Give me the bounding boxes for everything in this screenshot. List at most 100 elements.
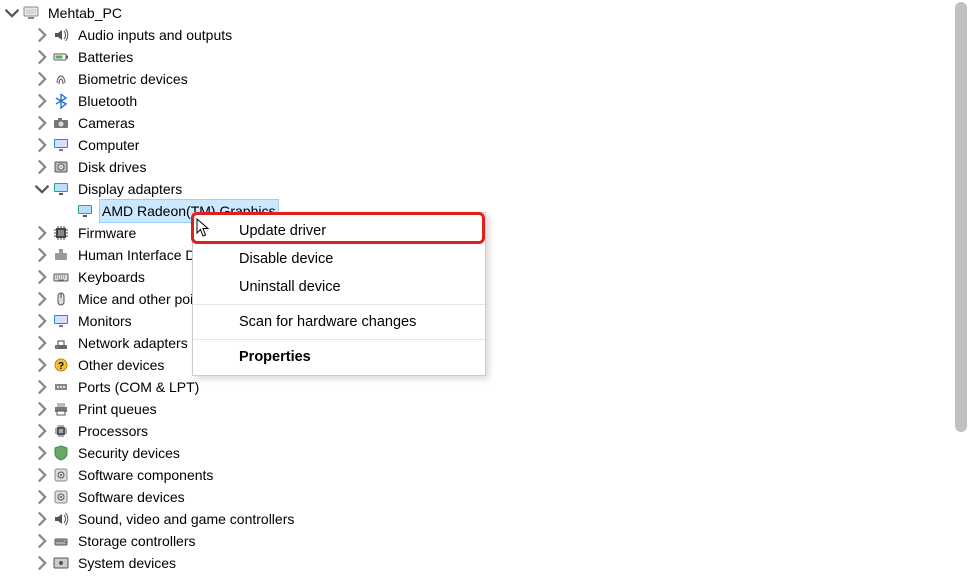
tree-category-label: Audio inputs and outputs (76, 24, 234, 46)
camera-icon (52, 114, 70, 132)
tree-category-label: Computer (76, 134, 141, 156)
chevron-down-icon[interactable] (4, 5, 20, 21)
tree-category-node[interactable]: Print queues (0, 398, 969, 420)
tree-category-label: Storage controllers (76, 530, 198, 552)
chevron-right-icon[interactable] (34, 93, 50, 109)
tree-category-label: Security devices (76, 442, 182, 464)
computer-icon (22, 4, 40, 22)
chevron-right-icon[interactable] (34, 335, 50, 351)
tree-category-label: Software components (76, 464, 215, 486)
tree-category-label: Cameras (76, 112, 137, 134)
mouse-icon (52, 290, 70, 308)
chevron-right-icon[interactable] (34, 27, 50, 43)
context-menu-item[interactable]: Scan for hardware changes (193, 308, 485, 336)
keyboard-icon (52, 268, 70, 286)
network-icon (52, 334, 70, 352)
tree-category-label: Network adapters (76, 332, 190, 354)
tree-root-label: Mehtab_PC (46, 2, 124, 24)
monitor-icon (52, 312, 70, 330)
tree-category-label: Keyboards (76, 266, 147, 288)
chevron-right-icon[interactable] (34, 423, 50, 439)
chevron-right-icon[interactable] (34, 247, 50, 263)
tree-category-label: Disk drives (76, 156, 148, 178)
tree-category-label: Print queues (76, 398, 159, 420)
context-menu-separator (193, 304, 485, 305)
tree-category-node[interactable]: Biometric devices (0, 68, 969, 90)
tree-category-label: Monitors (76, 310, 134, 332)
chevron-right-icon[interactable] (34, 511, 50, 527)
chevron-right-icon[interactable] (34, 269, 50, 285)
printer-icon (52, 400, 70, 418)
port-icon (52, 378, 70, 396)
tree-category-node[interactable]: Security devices (0, 442, 969, 464)
tree-category-node[interactable]: System devices (0, 552, 969, 574)
tree-category-node[interactable]: Computer (0, 134, 969, 156)
storage-icon (52, 532, 70, 550)
tree-category-label: Display adapters (76, 178, 184, 200)
chevron-right-icon[interactable] (34, 401, 50, 417)
cpu-icon (52, 422, 70, 440)
disk-icon (52, 158, 70, 176)
tree-category-node[interactable]: Storage controllers (0, 530, 969, 552)
hid-icon (52, 246, 70, 264)
chevron-right-icon[interactable] (34, 71, 50, 87)
svg-text:?: ? (58, 361, 64, 372)
tree-root-node[interactable]: Mehtab_PC (0, 2, 969, 24)
tree-category-label: Ports (COM & LPT) (76, 376, 201, 398)
tree-category-node[interactable]: Ports (COM & LPT) (0, 376, 969, 398)
display-icon (52, 180, 70, 198)
tree-category-node[interactable]: Processors (0, 420, 969, 442)
tree-category-label: Processors (76, 420, 150, 442)
chevron-right-icon[interactable] (34, 467, 50, 483)
speaker-icon (52, 26, 70, 44)
tree-category-node[interactable]: Display adapters (0, 178, 969, 200)
fingerprint-icon (52, 70, 70, 88)
security-icon (52, 444, 70, 462)
context-menu-item[interactable]: Update driver (193, 217, 485, 245)
chevron-right-icon[interactable] (34, 159, 50, 175)
battery-icon (52, 48, 70, 66)
context-menu-item[interactable]: Properties (193, 343, 485, 371)
scrollbar-thumb[interactable] (955, 2, 967, 432)
tree-category-label: Other devices (76, 354, 166, 376)
tree-category-node[interactable]: Disk drives (0, 156, 969, 178)
tree-category-label: Biometric devices (76, 68, 190, 90)
chevron-down-icon[interactable] (34, 181, 50, 197)
monitor-icon (52, 136, 70, 154)
context-menu-separator (193, 339, 485, 340)
tree-category-label: Software devices (76, 486, 187, 508)
context-menu-item[interactable]: Uninstall device (193, 273, 485, 301)
chevron-right-icon[interactable] (34, 379, 50, 395)
context-menu-item[interactable]: Disable device (193, 245, 485, 273)
chevron-right-icon[interactable] (34, 313, 50, 329)
tree-category-node[interactable]: Audio inputs and outputs (0, 24, 969, 46)
chevron-placeholder (58, 203, 74, 219)
tree-category-node[interactable]: Software devices (0, 486, 969, 508)
chevron-right-icon[interactable] (34, 357, 50, 373)
tree-category-label: Bluetooth (76, 90, 139, 112)
chevron-right-icon[interactable] (34, 555, 50, 571)
chevron-right-icon[interactable] (34, 49, 50, 65)
tree-category-label: Sound, video and game controllers (76, 508, 296, 530)
chevron-right-icon[interactable] (34, 225, 50, 241)
tree-category-node[interactable]: Batteries (0, 46, 969, 68)
display-icon (76, 202, 94, 220)
tree-category-node[interactable]: Bluetooth (0, 90, 969, 112)
tree-category-node[interactable]: Cameras (0, 112, 969, 134)
context-menu: Update driverDisable deviceUninstall dev… (192, 212, 486, 376)
chip-icon (52, 224, 70, 242)
software-icon (52, 488, 70, 506)
tree-category-node[interactable]: Sound, video and game controllers (0, 508, 969, 530)
tree-category-node[interactable]: Software components (0, 464, 969, 486)
other-icon: ? (52, 356, 70, 374)
chevron-right-icon[interactable] (34, 533, 50, 549)
tree-category-label: Firmware (76, 222, 138, 244)
chevron-right-icon[interactable] (34, 445, 50, 461)
chevron-right-icon[interactable] (34, 291, 50, 307)
chevron-right-icon[interactable] (34, 115, 50, 131)
tree-category-label: System devices (76, 552, 178, 574)
chevron-right-icon[interactable] (34, 137, 50, 153)
speaker-icon (52, 510, 70, 528)
chevron-right-icon[interactable] (34, 489, 50, 505)
tree-category-label: Batteries (76, 46, 135, 68)
